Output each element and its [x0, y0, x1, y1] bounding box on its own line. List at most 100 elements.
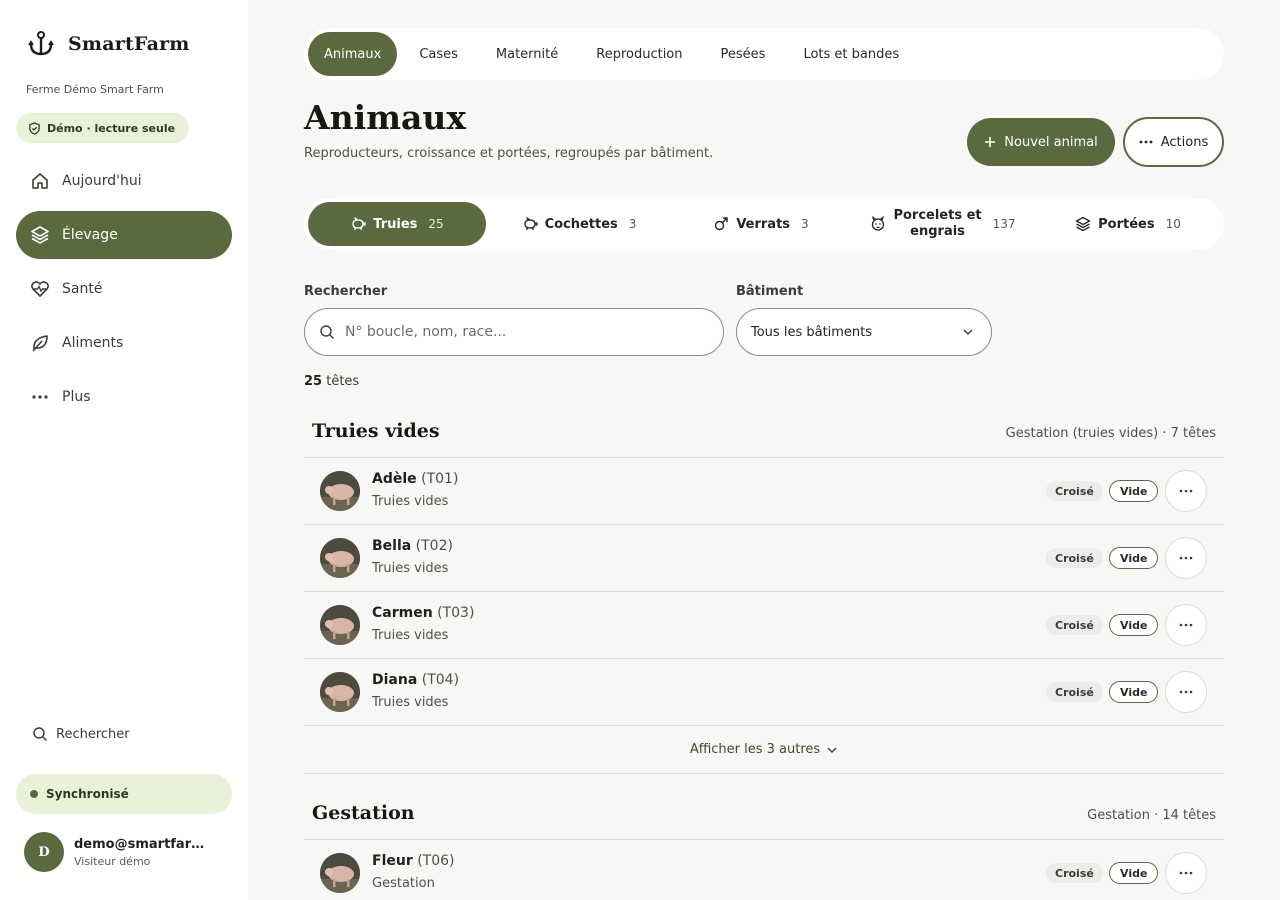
animal-group: Truies vides — [372, 494, 449, 509]
layers-icon — [1075, 216, 1091, 232]
avatar: D — [24, 832, 64, 872]
search-input[interactable] — [345, 324, 685, 340]
category-label-line2: engrais — [910, 224, 965, 239]
status-badge: Vide — [1109, 547, 1159, 569]
breed-badge: Croisé — [1046, 682, 1103, 702]
row-more-button[interactable] — [1165, 852, 1207, 894]
table-row[interactable]: Diana (T04) Truies vides Croisé Vide — [304, 659, 1224, 726]
search-icon — [320, 325, 334, 339]
row-more-button[interactable] — [1165, 671, 1207, 713]
category-label: Portées — [1098, 216, 1155, 232]
more-icon — [32, 395, 48, 399]
breed-badge: Croisé — [1046, 863, 1103, 883]
row-more-button[interactable] — [1165, 470, 1207, 512]
category-truies[interactable]: Truies 25 — [308, 202, 486, 246]
tab-reproduction[interactable]: Reproduction — [580, 32, 698, 76]
show-more-button[interactable]: Afficher les 3 autres — [304, 726, 1224, 774]
sidebar-search-label: Rechercher — [56, 726, 130, 742]
sidebar-item-label: Aliments — [62, 335, 124, 351]
sidebar-search[interactable]: Rechercher — [32, 726, 130, 742]
table-row[interactable]: Bella (T02) Truies vides Croisé Vide — [304, 525, 1224, 592]
tab-lots-et-bandes[interactable]: Lots et bandes — [787, 32, 915, 76]
plus-icon — [985, 137, 996, 147]
tab-cases[interactable]: Cases — [403, 32, 474, 76]
category-portees[interactable]: Portées 10 — [1036, 202, 1220, 246]
pig-icon — [352, 217, 366, 230]
category-count: 10 — [1165, 217, 1181, 231]
status-badge: Vide — [1109, 614, 1159, 636]
section-meta: Gestation · 14 têtes — [1087, 808, 1216, 823]
tab-maternite[interactable]: Maternité — [480, 32, 574, 76]
sidebar-item-sante[interactable]: Santé — [16, 265, 232, 313]
animal-name: Fleur (T06) — [372, 853, 454, 869]
category-count: 3 — [801, 217, 809, 231]
user-email: demo@smartfarm.g... — [74, 836, 214, 852]
logo[interactable]: SmartFarm — [28, 30, 190, 58]
sidebar-item-elevage[interactable]: Élevage — [16, 211, 232, 259]
category-label: Verrats — [736, 216, 791, 232]
chevron-down-icon — [827, 746, 837, 753]
anchor-logo-icon — [28, 31, 54, 56]
row-more-button[interactable] — [1165, 604, 1207, 646]
sync-label: Synchronisé — [46, 787, 129, 801]
animal-name: Diana (T04) — [372, 672, 459, 688]
new-animal-button[interactable]: Nouvel animal — [967, 118, 1115, 166]
shield-check-icon — [29, 121, 40, 135]
table-row[interactable]: Fleur (T06) Gestation Croisé Vide — [304, 840, 1224, 900]
user-role: Visiteur démo — [74, 854, 151, 868]
category-label-line1: Porcelets et — [893, 208, 982, 223]
row-more-button[interactable] — [1165, 537, 1207, 579]
more-icon — [1139, 140, 1153, 144]
leaf-icon — [32, 335, 48, 352]
category-porcelets-engrais[interactable]: Porcelets et engrais 137 — [854, 202, 1032, 246]
category-verrats[interactable]: Verrats 3 — [672, 202, 850, 246]
sidebar-item-aliments[interactable]: Aliments — [16, 319, 232, 367]
animal-tag: (T01) — [421, 471, 459, 487]
building-select[interactable]: Tous les bâtiments — [736, 308, 992, 356]
animal-tag: (T03) — [437, 605, 475, 621]
sidebar: SmartFarm Ferme Démo Smart Farm Démo · l… — [0, 0, 248, 900]
chevron-down-icon — [963, 329, 973, 336]
table-row[interactable]: Carmen (T03) Truies vides Croisé Vide — [304, 592, 1224, 659]
sidebar-item-plus[interactable]: Plus — [16, 373, 232, 421]
status-badge: Vide — [1109, 480, 1159, 502]
page-subtitle: Reproducteurs, croissance et portées, re… — [304, 146, 714, 161]
animal-photo — [320, 471, 360, 511]
sidebar-item-label: Plus — [62, 389, 91, 405]
search-field[interactable] — [304, 308, 724, 356]
section-title: Gestation — [312, 802, 415, 824]
table-row[interactable]: Adèle (T01) Truies vides Croisé Vide — [304, 458, 1224, 525]
category-count: 25 — [428, 217, 444, 231]
piglet-icon — [872, 216, 885, 231]
animal-photo — [320, 853, 360, 893]
building-label: Bâtiment — [736, 284, 804, 299]
user-menu[interactable]: D demo@smartfarm.g... Visiteur démo — [24, 832, 214, 872]
animal-name-text: Carmen — [372, 605, 433, 621]
male-icon — [715, 217, 729, 231]
app-name: SmartFarm — [68, 33, 190, 55]
animal-name: Bella (T02) — [372, 538, 453, 554]
animal-name-text: Fleur — [372, 853, 413, 869]
status-badge: Vide — [1109, 862, 1159, 884]
animal-name-text: Bella — [372, 538, 412, 554]
animal-photo — [320, 538, 360, 578]
category-label: Cochettes — [544, 216, 618, 232]
actions-label: Actions — [1160, 134, 1209, 150]
more-icon — [1179, 623, 1193, 627]
top-tabs: Animaux Cases Maternité Reproduction Pes… — [304, 28, 1224, 80]
animal-tag: (T04) — [421, 672, 460, 688]
tab-animaux[interactable]: Animaux — [308, 32, 398, 76]
sync-dot-icon — [30, 790, 38, 798]
category-cochettes[interactable]: Cochettes 3 — [490, 202, 668, 246]
tab-pesees[interactable]: Pesées — [705, 32, 782, 76]
category-count: 3 — [628, 217, 637, 231]
actions-button[interactable]: Actions — [1123, 117, 1224, 167]
heart-pulse-icon — [31, 281, 49, 297]
search-icon — [33, 727, 47, 741]
animal-group: Gestation — [372, 876, 435, 891]
more-icon — [1179, 489, 1193, 493]
more-icon — [1179, 556, 1193, 560]
category-tabs: Truies 25 Cochettes 3 Verrats 3 Porcelet… — [304, 198, 1224, 250]
head-count-number: 25 — [304, 374, 323, 389]
sidebar-item-today[interactable]: Aujourd'hui — [16, 157, 232, 205]
